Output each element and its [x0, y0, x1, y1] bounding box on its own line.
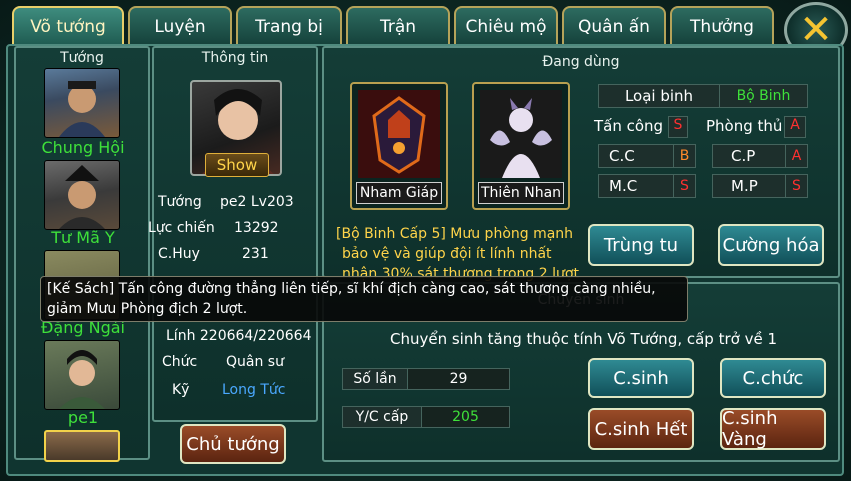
stat-mp-box: M.P S: [712, 174, 808, 198]
tab-trang-bi[interactable]: Trang bị: [236, 6, 342, 46]
stat-cp-grade: A: [785, 145, 807, 167]
rebirth-count-value: 29: [408, 368, 510, 390]
hero-name-pe1: pe1: [67, 408, 99, 427]
stat-mc-label: M.C: [609, 177, 638, 195]
hero-list-title: Tướng: [60, 50, 104, 66]
stat-mc-box: M.C S: [598, 174, 696, 198]
show-button[interactable]: Show: [205, 153, 269, 177]
hero-portrait-icon: [59, 165, 105, 229]
tab-quan-an[interactable]: Quân ấn: [562, 6, 666, 46]
troop-type-label: Loại binh: [624, 87, 694, 105]
item-name-thien-nhan: Thiên Nhan: [478, 182, 564, 204]
csinh-vang-button[interactable]: C.sinh Vàng: [720, 408, 826, 450]
tab-luyen[interactable]: Luyện: [128, 6, 232, 46]
tab-bar: Võ tướng Luyện Trang bị Trận Chiêu mộ Qu…: [12, 6, 782, 46]
tab-tran[interactable]: Trận: [346, 6, 450, 46]
stat-cp-box: C.P A: [712, 144, 808, 168]
stat-cc-label: C.C: [609, 147, 635, 165]
hero-card-pe1[interactable]: [44, 340, 120, 410]
stat-tan-cong-label: Tấn công: [594, 117, 664, 135]
stat-phong-thu-label: Phòng thủ: [706, 117, 783, 135]
stat-mc-grade: S: [673, 175, 695, 197]
csinh-button[interactable]: C.sinh: [588, 358, 694, 398]
info-label-c-huy: C.Huy: [158, 246, 200, 262]
info-value-luc-chien: 13292: [234, 220, 279, 236]
stat-phong-thu-grade: A: [784, 116, 806, 138]
troop-type-value: Bộ Binh: [719, 85, 807, 107]
hero-card-chung-hoi[interactable]: [44, 68, 120, 138]
cchuc-button[interactable]: C.chức: [720, 358, 826, 398]
csinh-het-button[interactable]: C.sinh Hết: [588, 408, 694, 450]
info-label-chuc: Chức: [162, 354, 198, 370]
info-label-tuong: Tướng: [158, 194, 202, 210]
rebirth-description: Chuyển sinh tăng thuộc tính Võ Tướng, cấ…: [390, 330, 778, 348]
rebirth-level-row: Y/C cấp 205: [342, 406, 510, 428]
strategy-text-2: bảo vệ và giúp đội ít lính nhất: [342, 246, 552, 262]
stat-mp-grade: S: [785, 175, 807, 197]
hero-portrait-icon: [59, 81, 105, 137]
strategy-tooltip: [Kế Sách] Tấn công đường thẳng liên tiếp…: [40, 276, 688, 322]
stat-cc-grade: B: [673, 145, 695, 167]
info-value-chuc: Quân sư: [226, 354, 284, 370]
stat-cc-box: C.C B: [598, 144, 696, 168]
main-general-button[interactable]: Chủ tướng: [180, 424, 286, 464]
troop-type-box: Loại binh Bộ Binh: [598, 84, 808, 108]
info-value-c-huy: 231: [242, 246, 269, 262]
item-name-nham-giap: Nham Giáp: [356, 182, 442, 204]
info-value-ky[interactable]: Long Tức: [222, 382, 285, 398]
armor-icon: [358, 90, 440, 178]
tab-vo-tuong[interactable]: Võ tướng: [12, 6, 124, 46]
info-label-ky: Kỹ: [172, 382, 190, 398]
hero-name-chung-hoi: Chung Hội: [41, 138, 125, 157]
equipped-panel-title: Đang dùng: [542, 54, 620, 70]
info-label-luc-chien: Lực chiến: [148, 220, 215, 236]
tooltip-line-1: [Kế Sách] Tấn công đường thẳng liên tiếp…: [47, 281, 656, 297]
info-soldiers: Lính 220664/220664: [166, 328, 312, 344]
info-panel-title: Thông tin: [201, 50, 269, 66]
fox-icon: [480, 90, 562, 178]
item-card-nham-giap[interactable]: Nham Giáp: [350, 82, 448, 210]
cuong-hoa-button[interactable]: Cường hóa: [718, 224, 824, 266]
tab-thuong[interactable]: Thưởng: [670, 6, 774, 46]
stat-tan-cong-grade: S: [668, 116, 688, 138]
stat-cp-label: C.P: [731, 147, 756, 165]
hero-card-selected[interactable]: [44, 430, 120, 462]
tooltip-line-2: giảm Mưu Phòng địch 2 lượt.: [47, 301, 248, 317]
hero-card-tu-ma-y[interactable]: [44, 160, 120, 230]
info-value-tuong: pe2 Lv203: [220, 194, 294, 210]
rebirth-count-row: Số lần 29: [342, 368, 510, 390]
hero-portrait-icon: [59, 350, 105, 409]
trung-tu-button[interactable]: Trùng tu: [588, 224, 694, 266]
hero-name-tu-ma-y: Tư Mã Y: [51, 228, 115, 247]
tab-chieu-mo[interactable]: Chiêu mộ: [454, 6, 558, 46]
rebirth-count-label: Số lần: [342, 368, 408, 390]
strategy-text-1: [Bộ Binh Cấp 5] Mưu phòng mạnh: [336, 226, 574, 242]
stat-mp-label: M.P: [731, 177, 758, 195]
rebirth-level-label: Y/C cấp: [342, 406, 422, 428]
item-card-thien-nhan[interactable]: Thiên Nhan: [472, 82, 570, 210]
rebirth-level-value: 205: [422, 406, 510, 428]
